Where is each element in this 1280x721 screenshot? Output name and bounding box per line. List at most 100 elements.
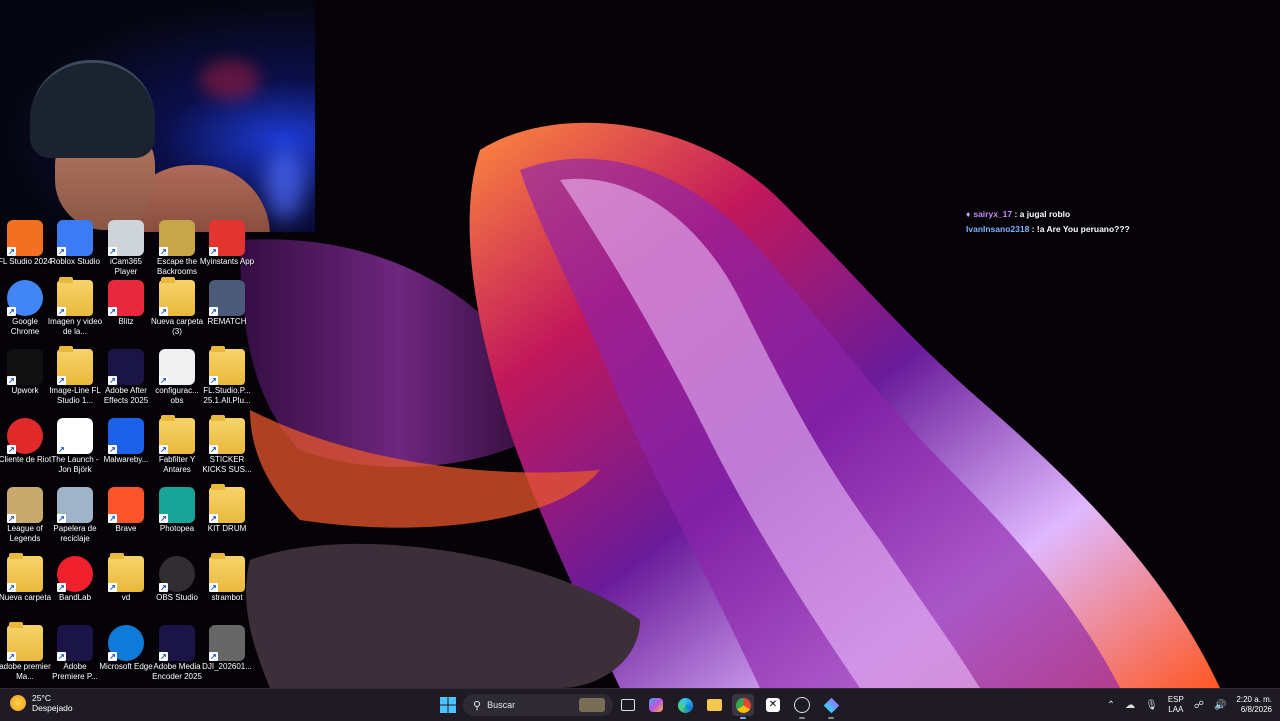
shortcut-arrow-icon: ↗ [57, 652, 66, 661]
cloud-icon[interactable]: ☁ [1125, 700, 1135, 711]
folder-icon: ↗ [57, 277, 93, 316]
desktop-icon-label: KIT DRUM [207, 524, 247, 533]
language-code: ESP [1167, 695, 1184, 704]
shortcut-arrow-icon: ↗ [159, 583, 168, 592]
desktop-icon-label: Escape the Backrooms [156, 257, 198, 276]
language-indicator[interactable]: ESP LAA [1168, 695, 1184, 715]
myinstants-icon: ↗ [209, 220, 245, 256]
desktop-icon[interactable]: ↗ BandLab [50, 556, 100, 622]
desktop-icon[interactable]: ↗ Escape the Backrooms [152, 220, 202, 286]
shortcut-arrow-icon: ↗ [57, 307, 66, 316]
weather-widget[interactable]: 25°C Despejado [10, 693, 73, 713]
task-view-icon [621, 699, 635, 711]
chrome-taskbar-button[interactable] [732, 694, 754, 719]
volume-icon[interactable]: 🔊 [1214, 700, 1226, 711]
desktop-icon[interactable]: ↗ Adobe Media Encoder 2025 [152, 625, 202, 691]
keyboard-layout: LAA [1168, 705, 1184, 714]
desktop-icon[interactable]: ↗ OBS Studio [152, 556, 202, 622]
clock-date: 6/8/2026 [1240, 705, 1272, 714]
shortcut-arrow-icon: ↗ [7, 583, 16, 592]
task-view-button[interactable] [617, 694, 639, 716]
desktop-icon-label: Adobe Media Encoder 2025 [152, 662, 202, 681]
shortcut-arrow-icon: ↗ [159, 652, 168, 661]
desktop-icon[interactable]: ↗ KIT DRUM [202, 484, 252, 553]
desktop-icon[interactable]: ↗ Brave [101, 487, 151, 553]
system-tray: ⌃ ☁ 🎙 ESP LAA ☍ 🔊 2:20 a. m. 6/8/2026 [1107, 689, 1272, 721]
folder-icon: ↗ [7, 553, 43, 592]
shortcut-arrow-icon: ↗ [57, 376, 66, 385]
capcut-taskbar-button[interactable]: ✕ [762, 694, 784, 716]
shortcut-arrow-icon: ↗ [108, 307, 117, 316]
folder-icon: ↗ [159, 415, 195, 454]
desktop-icon[interactable]: ↗ REMATCH [202, 280, 252, 346]
folder-icon: ↗ [159, 277, 195, 316]
shortcut-arrow-icon: ↗ [159, 376, 168, 385]
desktop-icon[interactable]: ↗ Roblox Studio [50, 220, 100, 286]
desktop-icon[interactable]: ↗ adobe premier Ma... [0, 622, 51, 691]
desktop-icon[interactable]: ↗ FL Studio 2024 [0, 220, 52, 286]
desktop-icon[interactable]: ↗ strambot [202, 553, 252, 622]
desktop-icon[interactable]: ↗ Image-Line FL Studio 1... [49, 346, 101, 415]
desktop-icon-label: Papelera de reciclaje [53, 524, 97, 543]
copilot-button[interactable] [645, 694, 667, 716]
shortcut-arrow-icon: ↗ [209, 376, 218, 385]
network-icon[interactable]: ☍ [1194, 700, 1204, 711]
desktop-icon[interactable]: ↗ Blitz [101, 280, 151, 346]
desktop-icon[interactable]: ↗ Adobe Premiere P... [50, 625, 100, 691]
riot-client-icon: ↗ [7, 418, 43, 454]
microphone-icon[interactable]: 🎙 [1145, 700, 1158, 711]
shortcut-arrow-icon: ↗ [7, 376, 16, 385]
search-placeholder: Buscar [487, 700, 516, 710]
shortcut-arrow-icon: ↗ [7, 307, 16, 316]
app-taskbar-button[interactable] [820, 694, 842, 719]
chevron-up-icon[interactable]: ⌃ [1107, 700, 1115, 711]
desktop-icon[interactable]: ↗ Upwork [0, 349, 50, 415]
json-file-icon: ↗ [159, 349, 195, 385]
desktop-icon-label: Nueva carpeta [0, 593, 52, 602]
shortcut-arrow-icon: ↗ [209, 514, 218, 523]
folder-icon: ↗ [108, 553, 144, 592]
folder-icon: ↗ [209, 484, 245, 523]
desktop-icon-label: Image-Line FL Studio 1... [49, 386, 101, 405]
taskbar-search[interactable]: ⚲ Buscar [463, 694, 613, 716]
desktop-icon[interactable]: ↗ Fabfilter Y Antares [152, 415, 202, 484]
desktop-icon[interactable]: ↗ Google Chrome [0, 280, 50, 346]
desktop-icon[interactable]: ↗ vd [101, 553, 151, 622]
desktop-icon-label: DJI_202601... [202, 662, 252, 671]
desktop-icon[interactable]: ↗ Myinstants App [200, 220, 254, 286]
bandlab-icon: ↗ [57, 556, 93, 592]
rematch-icon: ↗ [209, 280, 245, 316]
desktop-icon[interactable]: ↗ Imagen y video de la... [48, 277, 102, 346]
shortcut-arrow-icon: ↗ [57, 514, 66, 523]
desktop-icon[interactable]: ↗ Photopea [152, 487, 202, 553]
icam365-icon: ↗ [108, 220, 144, 256]
desktop-icon-label: vd [121, 593, 131, 602]
edge-taskbar-button[interactable] [674, 694, 696, 716]
clock[interactable]: 2:20 a. m. 6/8/2026 [1236, 695, 1272, 715]
desktop-icon[interactable]: ↗ Microsoft Edge [99, 625, 153, 691]
shortcut-arrow-icon: ↗ [159, 307, 168, 316]
desktop-icon[interactable]: ↗ Malwareby... [101, 418, 151, 484]
desktop-icon[interactable]: ↗ Nueva carpeta (3) [151, 277, 203, 346]
desktop-icon[interactable]: ↗ Cliente de Riot [0, 418, 51, 484]
desktop-icon[interactable]: ↗ Papelera de reciclaje [50, 487, 100, 553]
desktop-icon[interactable]: ↗ iCam365 Player [101, 220, 151, 286]
desktop-icon-label: The Launch - Jon Björk [51, 455, 99, 474]
desktop-icon[interactable]: ↗ Nueva carpeta [0, 553, 52, 622]
desktop-icon[interactable]: ↗ Adobe After Effects 2025 [101, 349, 151, 415]
desktop-icon[interactable]: ↗ League of Legends [0, 487, 50, 553]
file-explorer-button[interactable] [703, 694, 725, 716]
shortcut-arrow-icon: ↗ [7, 445, 16, 454]
webcam-overlay [0, 0, 315, 232]
folder-icon: ↗ [209, 346, 245, 385]
desktop-icon[interactable]: ↗ STICKER KICKS SUS... [202, 415, 252, 484]
start-button[interactable] [437, 694, 459, 716]
premiere-pro-icon: ↗ [57, 625, 93, 661]
desktop-icon[interactable]: ↗ FL.Studio.P... 25.1.All.Plu... [202, 346, 252, 415]
shortcut-arrow-icon: ↗ [57, 583, 66, 592]
desktop-icon[interactable]: ↗ configurac... obs [152, 349, 202, 415]
desktop-icon[interactable]: ↗ DJI_202601... [202, 625, 252, 691]
obs-taskbar-button[interactable] [791, 694, 813, 719]
desktop-icon[interactable]: ↗ The Launch - Jon Björk [50, 418, 100, 484]
chrome-icon: ↗ [7, 280, 43, 316]
